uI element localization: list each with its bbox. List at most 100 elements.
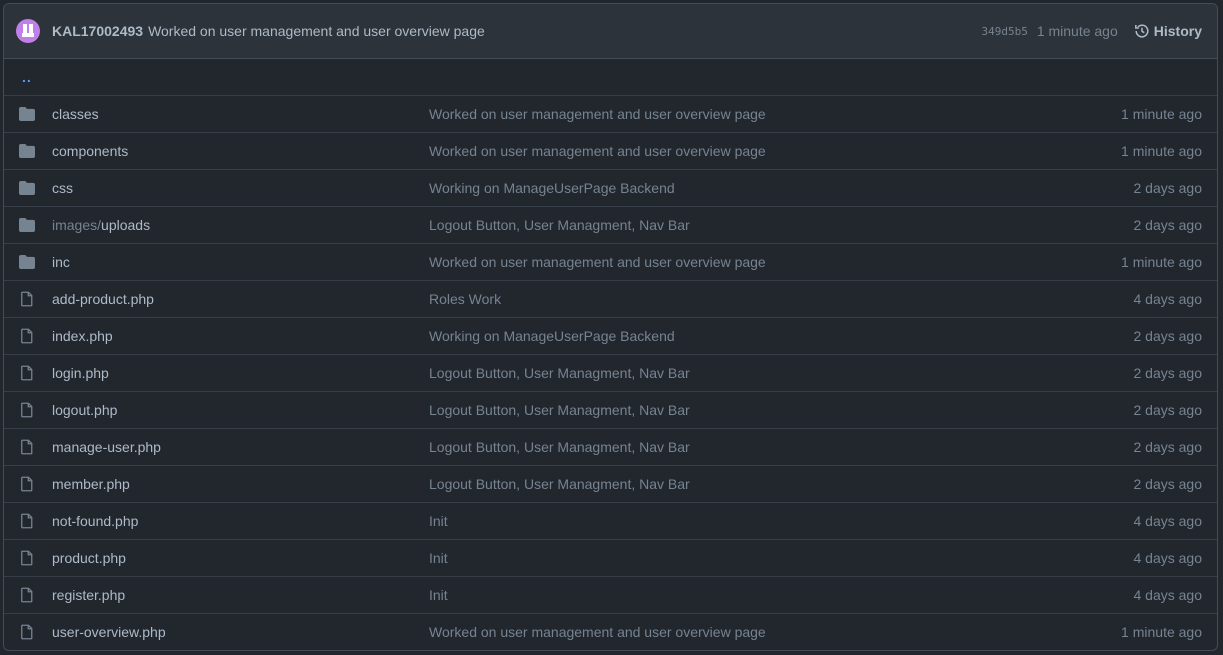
file-name-link[interactable]: register.php <box>52 587 429 603</box>
file-name-link[interactable]: css <box>52 180 429 196</box>
file-name-text[interactable]: member.php <box>52 476 130 492</box>
file-name-link[interactable]: add-product.php <box>52 291 429 307</box>
file-icon <box>19 402 52 418</box>
file-row[interactable]: css Working on ManageUserPage Backend 2 da… <box>4 169 1217 206</box>
file-name-link[interactable]: images/uploads <box>52 217 429 233</box>
file-name-text[interactable]: register.php <box>52 587 125 603</box>
file-commit-message-link[interactable]: Worked on user management and user overv… <box>429 143 1121 159</box>
file-row[interactable]: inc Worked on user management and user ov… <box>4 243 1217 280</box>
file-icon <box>19 624 52 640</box>
commit-message-link[interactable]: Worked on user management and user overv… <box>148 23 485 39</box>
file-row[interactable]: register.php Init 4 days ago <box>4 576 1217 613</box>
file-row[interactable]: index.php Working on ManageUserPage Backe… <box>4 317 1217 354</box>
history-label: History <box>1153 23 1202 39</box>
file-name-text[interactable]: css <box>52 180 73 196</box>
file-row[interactable]: not-found.php Init 4 days ago <box>4 502 1217 539</box>
file-name-text[interactable]: product.php <box>52 550 126 566</box>
history-button[interactable]: History <box>1134 23 1202 39</box>
file-row[interactable]: logout.php Logout Button, User Managment,… <box>4 391 1217 428</box>
file-commit-age: 4 days ago <box>1133 587 1203 603</box>
file-commit-message-link[interactable]: Logout Button, User Managment, Nav Bar <box>429 402 1134 418</box>
file-commit-message-link[interactable]: Working on ManageUserPage Backend <box>429 180 1134 196</box>
parent-directory-row[interactable]: .. <box>4 59 1217 95</box>
file-commit-message-link[interactable]: Worked on user management and user overv… <box>429 106 1121 122</box>
file-browser: KAL17002493 Worked on user management an… <box>3 3 1218 651</box>
file-name-link[interactable]: manage-user.php <box>52 439 429 455</box>
file-commit-age: 2 days ago <box>1133 439 1203 455</box>
file-name-link[interactable]: components <box>52 143 429 159</box>
file-list: classes Worked on user management and use… <box>4 95 1217 650</box>
file-name-link[interactable]: logout.php <box>52 402 429 418</box>
file-icon <box>19 328 52 344</box>
file-row[interactable]: components Worked on user management and … <box>4 132 1217 169</box>
file-icon <box>19 365 52 381</box>
file-name-link[interactable]: member.php <box>52 476 429 492</box>
file-row[interactable]: images/uploads Logout Button, User Managm… <box>4 206 1217 243</box>
file-name-link[interactable]: not-found.php <box>52 513 429 529</box>
file-name-text[interactable]: user-overview.php <box>52 624 166 640</box>
file-commit-age: 2 days ago <box>1133 180 1203 196</box>
file-commit-age: 1 minute ago <box>1121 143 1202 159</box>
file-row[interactable]: classes Worked on user management and use… <box>4 95 1217 132</box>
file-commit-age: 1 minute ago <box>1121 106 1202 122</box>
history-icon <box>1134 24 1149 38</box>
avatar-mouth <box>22 33 34 37</box>
file-name-text[interactable]: not-found.php <box>52 513 138 529</box>
latest-commit-bar: KAL17002493 Worked on user management an… <box>4 4 1217 59</box>
file-name-link[interactable]: product.php <box>52 550 429 566</box>
file-icon <box>19 476 52 492</box>
file-commit-age: 2 days ago <box>1133 328 1203 344</box>
file-name-link[interactable]: user-overview.php <box>52 624 429 640</box>
file-name-text[interactable]: components <box>52 143 128 159</box>
file-commit-message-link[interactable]: Working on ManageUserPage Backend <box>429 328 1134 344</box>
file-name-text[interactable]: add-product.php <box>52 291 154 307</box>
file-row[interactable]: member.php Logout Button, User Managment,… <box>4 465 1217 502</box>
file-row[interactable]: manage-user.php Logout Button, User Manag… <box>4 428 1217 465</box>
folder-icon <box>19 106 52 122</box>
file-commit-message-link[interactable]: Init <box>429 587 1134 603</box>
folder-icon <box>19 217 52 233</box>
avatar[interactable] <box>16 19 40 43</box>
file-commit-message-link[interactable]: Worked on user management and user overv… <box>429 624 1121 640</box>
file-commit-message-link[interactable]: Worked on user management and user overv… <box>429 254 1121 270</box>
file-path-prefix[interactable]: images/ <box>52 217 101 233</box>
file-name-link[interactable]: login.php <box>52 365 429 381</box>
folder-icon <box>19 180 52 196</box>
file-commit-age: 2 days ago <box>1133 365 1203 381</box>
file-name-link[interactable]: classes <box>52 106 429 122</box>
file-icon <box>19 550 52 566</box>
file-name-text[interactable]: manage-user.php <box>52 439 161 455</box>
file-commit-message-link[interactable]: Roles Work <box>429 291 1134 307</box>
file-commit-message-link[interactable]: Init <box>429 513 1134 529</box>
file-commit-age: 2 days ago <box>1133 217 1203 233</box>
file-name-text[interactable]: login.php <box>52 365 109 381</box>
file-commit-age: 2 days ago <box>1133 476 1203 492</box>
avatar-eye-right <box>29 24 33 33</box>
file-row[interactable]: product.php Init 4 days ago <box>4 539 1217 576</box>
file-commit-age: 1 minute ago <box>1121 254 1202 270</box>
file-row[interactable]: user-overview.php Worked on user manageme… <box>4 613 1217 650</box>
file-name-text[interactable]: logout.php <box>52 402 117 418</box>
file-row[interactable]: login.php Logout Button, User Managment, … <box>4 354 1217 391</box>
file-commit-age: 4 days ago <box>1133 550 1203 566</box>
file-name-text[interactable]: uploads <box>101 217 150 233</box>
file-name-text[interactable]: classes <box>52 106 99 122</box>
file-commit-message-link[interactable]: Init <box>429 550 1134 566</box>
file-name-link[interactable]: inc <box>52 254 429 270</box>
commit-time: 1 minute ago <box>1036 23 1118 39</box>
file-name-link[interactable]: index.php <box>52 328 429 344</box>
file-commit-age: 4 days ago <box>1133 291 1203 307</box>
commit-sha-link[interactable]: 349d5b5 <box>981 25 1027 38</box>
file-name-text[interactable]: inc <box>52 254 70 270</box>
file-commit-age: 1 minute ago <box>1121 624 1202 640</box>
file-commit-message-link[interactable]: Logout Button, User Managment, Nav Bar <box>429 476 1134 492</box>
parent-directory-link[interactable]: .. <box>22 69 32 85</box>
commit-author-link[interactable]: KAL17002493 <box>52 23 143 39</box>
file-name-text[interactable]: index.php <box>52 328 113 344</box>
folder-icon <box>19 254 52 270</box>
file-row[interactable]: add-product.php Roles Work 4 days ago <box>4 280 1217 317</box>
file-commit-message-link[interactable]: Logout Button, User Managment, Nav Bar <box>429 217 1134 233</box>
file-commit-message-link[interactable]: Logout Button, User Managment, Nav Bar <box>429 365 1134 381</box>
file-commit-message-link[interactable]: Logout Button, User Managment, Nav Bar <box>429 439 1134 455</box>
file-icon <box>19 513 52 529</box>
